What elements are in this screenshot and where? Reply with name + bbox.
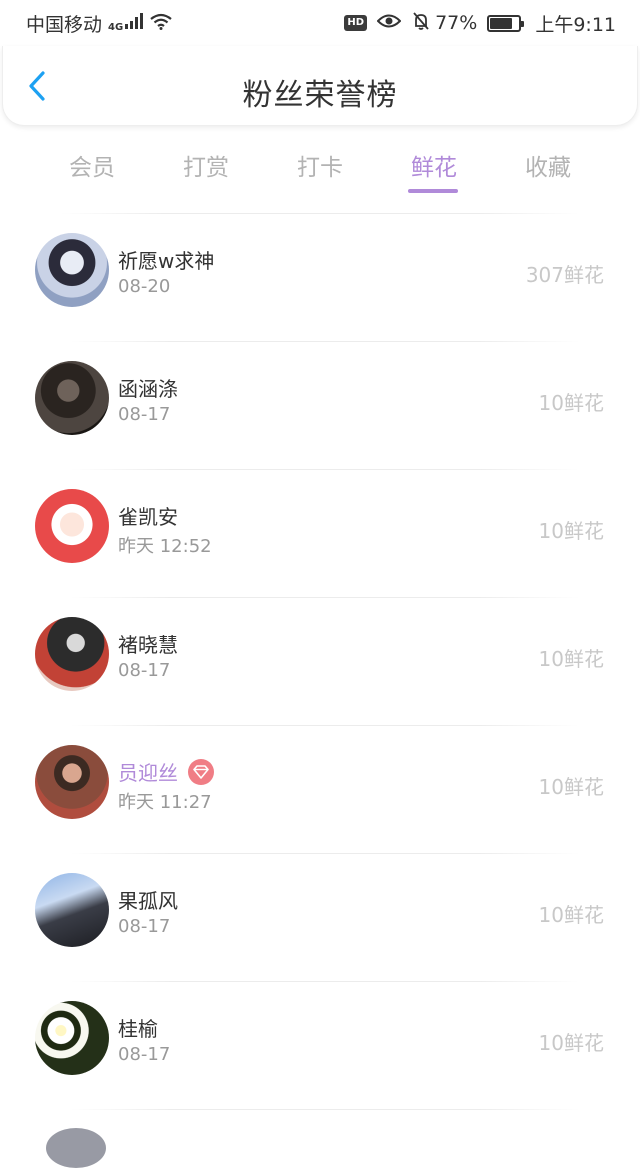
mute-bell-icon	[411, 11, 431, 36]
network-type: 4G	[108, 21, 124, 33]
name-line: 果孤风	[118, 885, 178, 914]
flower-count: 10鲜花	[538, 775, 604, 799]
list-item[interactable]: 祈愿w求神 08-20 307鲜花	[0, 214, 640, 342]
flower-count: 10鲜花	[538, 1031, 604, 1055]
fan-name[interactable]: 函涵涤	[118, 373, 178, 402]
avatar[interactable]	[35, 1001, 109, 1075]
list-item[interactable]: 函涵涤 08-17 10鲜花	[0, 342, 640, 470]
fan-date: 08-17	[118, 916, 171, 937]
list-item[interactable]: 员迎丝 昨天 11:27 10鲜花	[0, 726, 640, 854]
list-item[interactable]: 果孤风 08-17 10鲜花	[0, 854, 640, 982]
tab-favorites[interactable]: 收藏	[491, 140, 605, 200]
avatar[interactable]	[35, 617, 109, 691]
name-line: 祈愿w求神	[118, 245, 214, 274]
fan-name[interactable]: 果孤风	[118, 885, 178, 914]
status-bar: 中国移动 4G HD 77% 上午9:11	[0, 0, 640, 46]
fan-date: 昨天 11:27	[118, 792, 212, 813]
avatar[interactable]	[35, 489, 109, 563]
battery-percent: 77%	[435, 12, 478, 34]
tab-checkin[interactable]: 打卡	[263, 140, 377, 200]
name-line: 褚晓慧	[118, 629, 178, 658]
fan-name[interactable]: 员迎丝	[118, 757, 178, 786]
avatar[interactable]	[35, 873, 109, 947]
avatar[interactable]	[35, 233, 109, 307]
fan-date: 08-17	[118, 1044, 171, 1065]
avatar[interactable]	[46, 1128, 106, 1168]
avatar[interactable]	[35, 361, 109, 435]
flower-count: 10鲜花	[538, 903, 604, 927]
fan-name[interactable]: 祈愿w求神	[118, 245, 214, 274]
navigation-bar: 粉丝荣誉榜	[2, 46, 638, 126]
fan-date: 08-17	[118, 660, 171, 681]
fan-date: 08-17	[118, 404, 171, 425]
row-divider	[70, 1109, 580, 1110]
battery-icon	[487, 14, 525, 32]
name-line: 桂榆	[118, 1013, 158, 1042]
status-bar-right: HD 77% 上午9:11	[334, 10, 616, 37]
carrier-label: 中国移动	[26, 13, 103, 36]
flower-count: 10鲜花	[538, 647, 604, 671]
list-item[interactable]: 雀凯安 昨天 12:52 10鲜花	[0, 470, 640, 598]
flower-count: 307鲜花	[525, 263, 604, 287]
list-item[interactable]: 桂榆 08-17 10鲜花	[0, 982, 640, 1110]
tab-tips[interactable]: 打赏	[149, 140, 263, 200]
hd-badge: HD	[344, 15, 368, 31]
avatar[interactable]	[35, 745, 109, 819]
name-line: 函涵涤	[118, 373, 178, 402]
fan-date: 08-20	[118, 276, 171, 297]
name-line: 雀凯安	[118, 501, 178, 530]
tab-bar: 会员 打赏 打卡 鲜花 收藏	[0, 140, 640, 200]
fan-name[interactable]: 桂榆	[118, 1013, 158, 1042]
fan-ranking-list: 祈愿w求神 08-20 307鲜花 函涵涤 08-17 10鲜花 雀凯安 昨天 …	[0, 214, 640, 1110]
flower-count: 10鲜花	[538, 391, 604, 415]
flower-count: 10鲜花	[538, 519, 604, 543]
signal-icon	[125, 12, 144, 34]
battery-fill	[490, 17, 512, 29]
list-item[interactable]: 褚晓慧 08-17 10鲜花	[0, 598, 640, 726]
wifi-icon	[149, 12, 173, 35]
eye-icon	[376, 12, 402, 34]
fan-name[interactable]: 雀凯安	[118, 501, 178, 530]
page-title: 粉丝荣誉榜	[242, 78, 398, 113]
fan-date: 昨天 12:52	[118, 536, 212, 557]
clock: 上午9:11	[535, 13, 616, 36]
tab-membership[interactable]: 会员	[35, 140, 149, 200]
name-line: 员迎丝	[118, 757, 214, 786]
fan-name[interactable]: 褚晓慧	[118, 629, 178, 658]
diamond-vip-icon	[188, 758, 214, 785]
status-bar-left: 中国移动 4G	[26, 10, 179, 37]
tab-flowers[interactable]: 鲜花	[377, 140, 491, 200]
